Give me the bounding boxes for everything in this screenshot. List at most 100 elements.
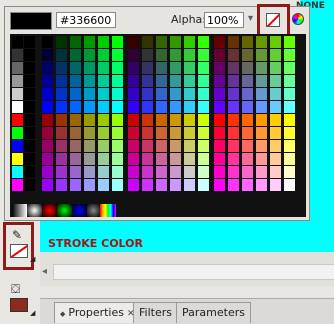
color-swatch[interactable] [12,75,23,87]
color-swatch[interactable] [242,140,253,152]
color-swatch[interactable] [56,127,67,139]
color-swatch[interactable] [256,75,267,87]
color-swatch[interactable] [284,101,295,113]
color-swatch[interactable] [284,140,295,152]
color-swatch[interactable] [84,127,95,139]
color-swatch[interactable] [214,62,225,74]
color-swatch[interactable] [42,49,53,61]
color-swatch[interactable] [12,88,23,100]
color-swatch[interactable] [12,153,23,165]
color-swatch[interactable] [142,36,153,48]
color-swatch[interactable] [270,140,281,152]
color-swatch[interactable] [184,140,195,152]
color-swatch[interactable] [142,75,153,87]
color-swatch[interactable] [228,114,239,126]
swatch-grid[interactable] [12,36,302,201]
color-swatch[interactable] [84,36,95,48]
color-swatch[interactable] [270,179,281,191]
color-swatch[interactable] [170,140,181,152]
color-swatch[interactable] [128,127,139,139]
color-swatch[interactable] [84,88,95,100]
color-swatch[interactable] [170,75,181,87]
color-swatch[interactable] [70,114,81,126]
color-swatch[interactable] [156,179,167,191]
color-swatch[interactable] [98,75,109,87]
color-swatch[interactable] [242,127,253,139]
color-swatch[interactable] [184,88,195,100]
color-swatch[interactable] [170,88,181,100]
color-swatch[interactable] [42,75,53,87]
color-swatch[interactable] [184,127,195,139]
alpha-stepper-icon[interactable]: ▾ [248,13,253,24]
color-swatch[interactable] [42,140,53,152]
color-swatch[interactable] [284,62,295,74]
color-swatch[interactable] [198,101,209,113]
color-swatch[interactable] [270,62,281,74]
color-swatch[interactable] [284,179,295,191]
color-swatch[interactable] [42,127,53,139]
color-swatch[interactable] [112,179,123,191]
no-color-button[interactable] [266,13,280,27]
gradient-swatch-rainbow[interactable] [100,204,116,217]
gradient-swatch-radial-red[interactable] [42,204,57,217]
color-swatch[interactable] [170,49,181,61]
color-swatch[interactable] [270,101,281,113]
color-swatch[interactable] [70,153,81,165]
color-swatch[interactable] [198,36,209,48]
color-swatch[interactable] [184,101,195,113]
color-swatch[interactable] [56,179,67,191]
color-swatch[interactable] [142,88,153,100]
color-swatch[interactable] [156,75,167,87]
tab-filters[interactable]: Filters [133,302,178,323]
color-swatch[interactable] [228,153,239,165]
tab-properties[interactable]: ◆ Properties ✕ [54,302,141,323]
color-swatch[interactable] [256,127,267,139]
color-swatch[interactable] [242,101,253,113]
color-swatch[interactable] [112,101,123,113]
color-swatch[interactable] [42,36,53,48]
color-swatch[interactable] [70,179,81,191]
color-swatch[interactable] [270,75,281,87]
color-swatch[interactable] [98,62,109,74]
color-swatch[interactable] [42,88,53,100]
color-swatch[interactable] [184,153,195,165]
color-swatch[interactable] [84,114,95,126]
color-swatch[interactable] [56,88,67,100]
color-swatch[interactable] [12,49,23,61]
color-swatch[interactable] [270,88,281,100]
color-swatch[interactable] [84,179,95,191]
color-swatch[interactable] [214,114,225,126]
color-swatch[interactable] [284,75,295,87]
color-swatch[interactable] [70,127,81,139]
color-swatch[interactable] [112,140,123,152]
color-swatch[interactable] [270,166,281,178]
color-swatch[interactable] [284,114,295,126]
color-swatch[interactable] [112,62,123,74]
color-swatch[interactable] [70,36,81,48]
color-swatch[interactable] [98,153,109,165]
color-swatch[interactable] [156,127,167,139]
color-swatch[interactable] [12,62,23,74]
color-swatch[interactable] [184,49,195,61]
color-swatch[interactable] [156,49,167,61]
color-swatch[interactable] [256,153,267,165]
color-swatch[interactable] [270,127,281,139]
color-swatch[interactable] [56,101,67,113]
color-swatch[interactable] [84,153,95,165]
color-swatch[interactable] [98,166,109,178]
gradient-swatches[interactable] [12,204,116,217]
color-swatch[interactable] [112,49,123,61]
color-swatch[interactable] [128,75,139,87]
stroke-color-swatch[interactable] [10,244,28,258]
color-swatch[interactable] [42,153,53,165]
color-swatch[interactable] [256,36,267,48]
color-swatch[interactable] [98,140,109,152]
color-swatch[interactable] [156,101,167,113]
color-swatch[interactable] [98,49,109,61]
gradient-swatch-radial-dark[interactable] [87,204,100,217]
color-swatch[interactable] [12,114,23,126]
color-swatch[interactable] [242,62,253,74]
color-swatch[interactable] [42,62,53,74]
color-swatch[interactable] [228,127,239,139]
gradient-swatch-radial-green[interactable] [57,204,72,217]
